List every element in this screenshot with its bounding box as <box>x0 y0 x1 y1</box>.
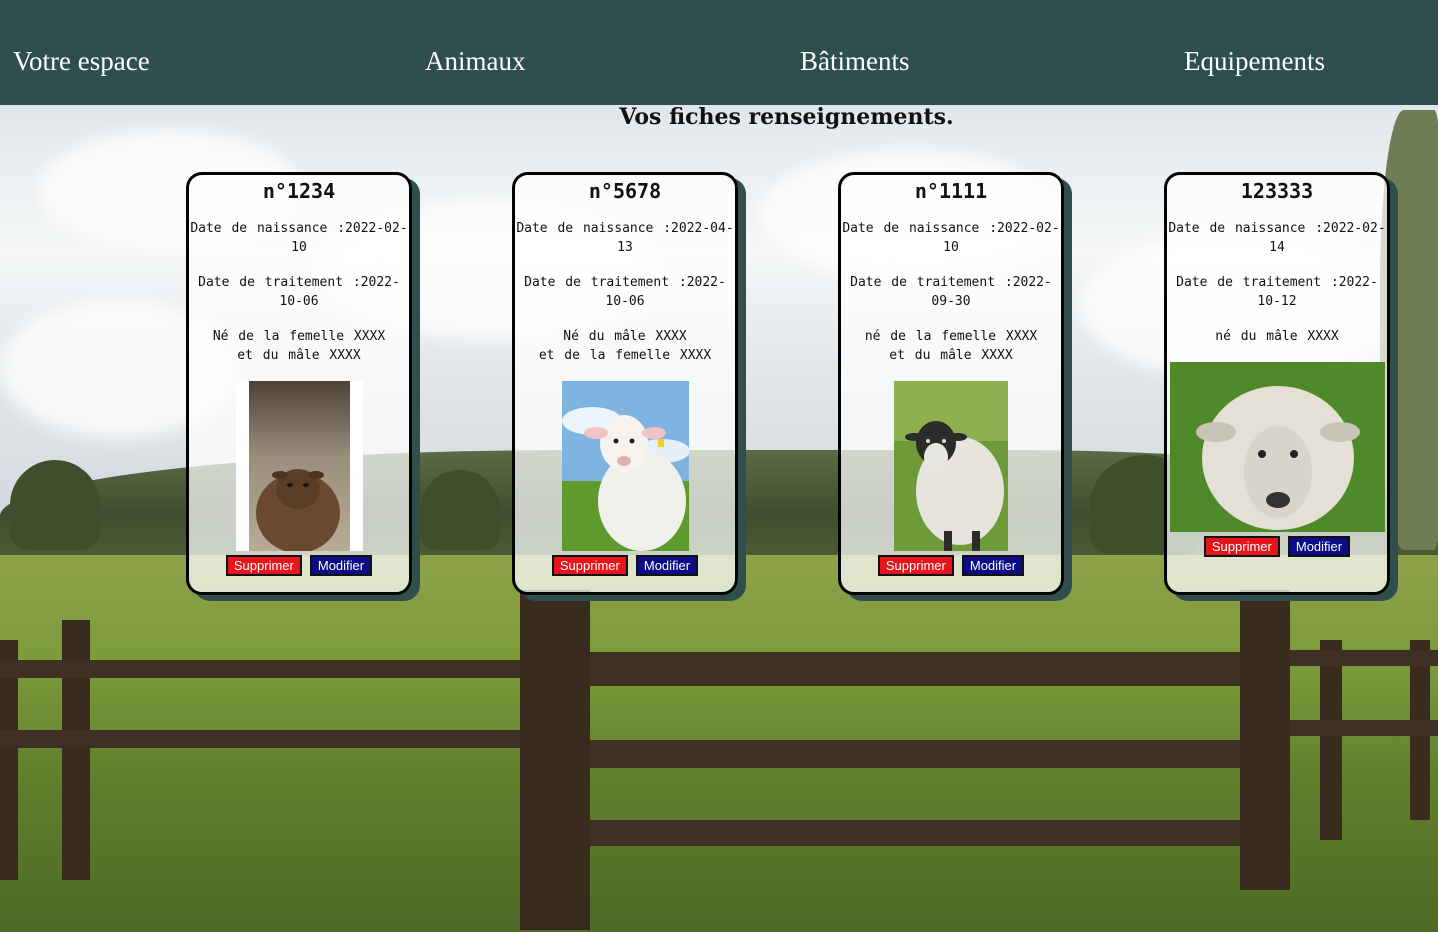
animal-card: 123333 Date de naissance :2022-02-14 Dat… <box>1164 172 1390 595</box>
edit-button[interactable]: Modifier <box>961 555 1025 576</box>
treatment-date: Date de traitement :2022-10-12 <box>1176 275 1378 309</box>
treatment-date: Date de traitement :2022-10-06 <box>198 275 400 309</box>
edit-button[interactable]: Modifier <box>309 555 373 576</box>
nav-batiments[interactable]: Bâtiments <box>800 44 910 78</box>
treatment-date: Date de traitement :2022-10-06 <box>524 275 726 309</box>
delete-button[interactable]: Supprimer <box>1203 536 1280 557</box>
top-nav: Votre espace Animaux Bâtiments Equipemen… <box>0 0 1438 105</box>
parents-info: Né du mâle XXXX et de la femelle XXXX <box>538 329 712 363</box>
delete-button[interactable]: Supprimer <box>225 555 302 576</box>
animal-card: n°5678 Date de naissance :2022-04-13 Dat… <box>512 172 738 595</box>
animal-card: n°1234 Date de naissance :2022-02-10 Dat… <box>186 172 412 595</box>
delete-button[interactable]: Supprimer <box>551 555 628 576</box>
card-title: n°1234 <box>262 179 336 203</box>
delete-button[interactable]: Supprimer <box>877 555 954 576</box>
birth-date: Date de naissance :2022-02-14 <box>1168 221 1386 255</box>
nav-equipements[interactable]: Equipements <box>1184 44 1325 78</box>
brown-sheep-photo <box>235 381 363 551</box>
parents-info: né du mâle XXXX <box>1215 329 1339 344</box>
edit-button[interactable]: Modifier <box>635 555 699 576</box>
birth-date: Date de naissance :2022-02-10 <box>842 221 1060 255</box>
page-title: Vos fiches renseignements. <box>619 104 954 130</box>
nav-animaux[interactable]: Animaux <box>425 44 526 78</box>
card-title: 123333 <box>1240 179 1314 203</box>
birth-date: Date de naissance :2022-04-13 <box>516 221 734 255</box>
woolly-ram-photo <box>1169 362 1385 532</box>
edit-button[interactable]: Modifier <box>1287 536 1351 557</box>
birth-date: Date de naissance :2022-02-10 <box>190 221 408 255</box>
parents-info: Né de la femelle XXXX et du mâle XXXX <box>212 329 386 363</box>
animal-card: n°1111 Date de naissance :2022-02-10 Dat… <box>838 172 1064 595</box>
white-lamb-photo <box>561 381 689 551</box>
card-title: n°1111 <box>914 179 988 203</box>
parents-info: né de la femelle XXXX et du mâle XXXX <box>864 329 1038 363</box>
nav-votre-espace[interactable]: Votre espace <box>13 44 150 78</box>
card-title: n°5678 <box>588 179 662 203</box>
black-faced-sheep-photo <box>894 381 1008 551</box>
treatment-date: Date de traitement :2022-09-30 <box>850 275 1052 309</box>
